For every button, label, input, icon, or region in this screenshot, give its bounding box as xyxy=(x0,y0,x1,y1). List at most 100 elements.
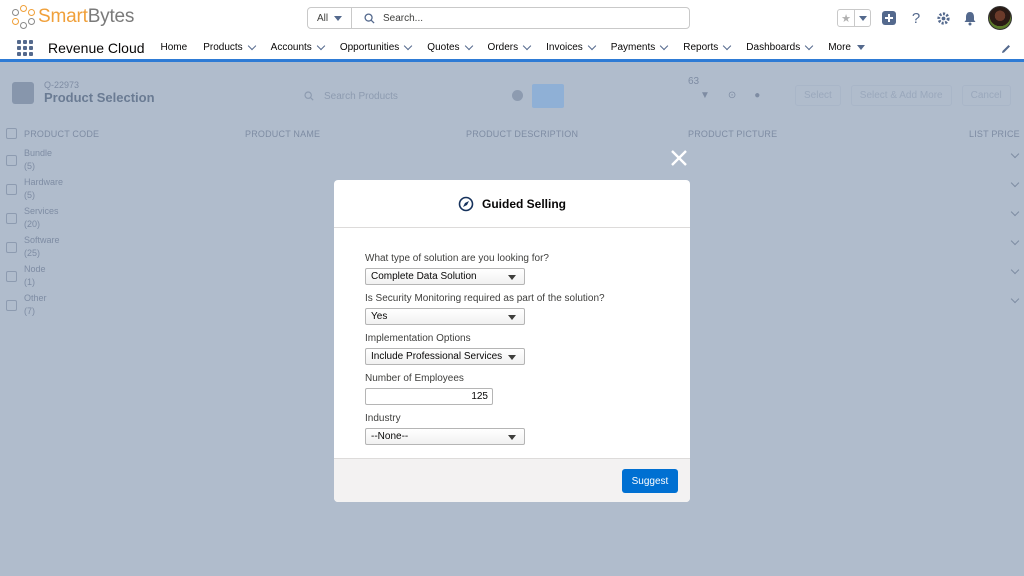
product-search-input[interactable]: Search Products xyxy=(304,84,528,108)
search-scope-dropdown[interactable]: All xyxy=(308,8,352,28)
select-button[interactable]: Select xyxy=(795,85,841,106)
row-checkbox[interactable] xyxy=(6,213,17,224)
question-implementation-options-label: Implementation Options xyxy=(365,333,471,344)
search-icon xyxy=(364,12,375,24)
page-toolbar-icons: ▼ ⊙ ● xyxy=(700,90,760,101)
search-scope-label: All xyxy=(316,12,329,24)
category-name: Node xyxy=(24,264,46,274)
row-chevron-icon[interactable] xyxy=(1010,149,1020,159)
user-avatar[interactable] xyxy=(988,6,1012,30)
chevron-down-icon[interactable] xyxy=(247,41,256,51)
quote-record-id: Q-22973 xyxy=(44,80,80,90)
nav-item-invoices-label: Invoices xyxy=(546,42,583,53)
app-launcher-icon[interactable] xyxy=(17,39,33,56)
view-icon[interactable]: ● xyxy=(754,90,760,101)
row-checkbox[interactable] xyxy=(6,155,17,166)
filter-icon[interactable]: ▼ xyxy=(700,90,710,101)
smartbytes-logo[interactable]: SmartBytes xyxy=(12,4,134,30)
chevron-down-icon[interactable] xyxy=(587,41,597,51)
chevron-down-icon[interactable] xyxy=(660,41,669,51)
page-header: Q-22973 Product Selection xyxy=(12,80,155,105)
column-header-list-price[interactable]: LIST PRICE xyxy=(969,129,1020,139)
search-input[interactable]: Search... xyxy=(383,13,423,24)
nav-item-dashboards[interactable]: Dashboards xyxy=(738,36,820,59)
select-add-more-button[interactable]: Select & Add More xyxy=(850,85,952,106)
edit-nav-pencil-icon[interactable] xyxy=(1000,43,1012,55)
product-selection-icon xyxy=(12,81,34,104)
global-actions-add-icon[interactable] xyxy=(880,9,898,27)
nav-item-opportunities-label: Opportunities xyxy=(339,42,400,53)
product-search-placeholder: Search Products xyxy=(324,90,398,102)
favorite-star-icon[interactable]: ★ xyxy=(838,10,854,26)
notifications-bell-icon[interactable] xyxy=(961,9,979,27)
nav-item-payments[interactable]: Payments xyxy=(603,36,675,59)
row-chevron-icon[interactable] xyxy=(1010,207,1020,217)
nav-item-home[interactable]: Home xyxy=(153,36,196,59)
chevron-down-icon[interactable] xyxy=(316,41,326,51)
cancel-button[interactable]: Cancel xyxy=(961,85,1011,106)
nav-item-products[interactable]: Products xyxy=(195,36,262,59)
nav-item-orders-label: Orders xyxy=(487,42,519,53)
row-checkbox[interactable] xyxy=(6,271,17,282)
row-checkbox[interactable] xyxy=(6,184,17,195)
industry-select[interactable]: --None-- xyxy=(365,428,525,445)
product-search-button[interactable] xyxy=(532,84,564,108)
suggest-button[interactable]: Suggest xyxy=(622,469,678,493)
column-header-product-code[interactable]: PRODUCT CODE xyxy=(24,129,99,139)
brand-name-part2: Bytes xyxy=(87,6,135,27)
row-chevron-icon[interactable] xyxy=(1010,294,1020,304)
nav-item-products-label: Products xyxy=(203,42,243,53)
category-name: Other xyxy=(24,293,47,303)
global-search: All Search... xyxy=(307,7,690,29)
category-name: Services xyxy=(24,206,59,216)
select-all-checkbox[interactable] xyxy=(6,128,17,139)
category-count: (1) xyxy=(24,277,35,287)
setup-gear-icon[interactable] xyxy=(934,9,952,27)
close-modal-icon[interactable] xyxy=(670,149,688,167)
row-checkbox[interactable] xyxy=(6,242,17,253)
chevron-down-icon[interactable] xyxy=(723,41,732,51)
chevron-down-icon[interactable] xyxy=(522,41,532,51)
chevron-down-icon[interactable] xyxy=(804,41,814,51)
nav-item-opportunities[interactable]: Opportunities xyxy=(332,36,419,59)
number-of-employees-input[interactable]: 125 xyxy=(365,388,493,405)
favorites-dropdown[interactable] xyxy=(854,10,870,26)
nav-item-orders[interactable]: Orders xyxy=(480,36,539,59)
security-monitoring-value: Yes xyxy=(371,311,388,322)
question-industry-label: Industry xyxy=(365,413,401,424)
question-solution-type-label: What type of solution are you looking fo… xyxy=(365,253,549,264)
settings-icon[interactable]: ⊙ xyxy=(728,90,736,101)
global-header: SmartBytes All Search... ★ ? xyxy=(0,0,1024,36)
implementation-options-select[interactable]: Include Professional Services xyxy=(365,348,525,365)
row-chevron-icon[interactable] xyxy=(1010,178,1020,188)
column-header-product-picture[interactable]: PRODUCT PICTURE xyxy=(688,129,777,139)
row-chevron-icon[interactable] xyxy=(1010,265,1020,275)
chevron-down-icon xyxy=(334,15,343,21)
column-header-product-name[interactable]: PRODUCT NAME xyxy=(245,129,320,139)
column-header-product-description[interactable]: PRODUCT DESCRIPTION xyxy=(466,129,578,139)
list-item[interactable]: Bundle (5) xyxy=(6,147,1022,176)
chevron-down-icon[interactable] xyxy=(464,41,473,51)
guided-selling-modal: Guided Selling What type of solution are… xyxy=(334,180,690,502)
chevron-down-icon xyxy=(858,15,867,21)
brand-name-part1: Smart xyxy=(38,6,88,27)
compass-icon xyxy=(458,196,474,211)
nav-item-payments-label: Payments xyxy=(610,42,656,53)
clear-search-icon[interactable] xyxy=(512,90,523,101)
nav-item-accounts[interactable]: Accounts xyxy=(263,36,332,59)
nav-item-quotes[interactable]: Quotes xyxy=(419,36,479,59)
logo-mark-icon xyxy=(12,5,36,29)
security-monitoring-select[interactable]: Yes xyxy=(365,308,525,325)
help-icon[interactable]: ? xyxy=(907,9,925,27)
nav-item-reports[interactable]: Reports xyxy=(675,36,738,59)
category-name: Bundle xyxy=(24,148,53,158)
nav-item-dashboards-label: Dashboards xyxy=(746,42,801,53)
solution-type-select[interactable]: Complete Data Solution xyxy=(365,268,525,285)
page-action-buttons: Select Select & Add More Cancel xyxy=(795,85,1011,106)
row-checkbox[interactable] xyxy=(6,300,17,311)
nav-item-invoices[interactable]: Invoices xyxy=(538,36,603,59)
row-chevron-icon[interactable] xyxy=(1010,236,1020,246)
nav-item-more[interactable]: More xyxy=(820,36,873,59)
chevron-down-icon[interactable] xyxy=(404,41,413,51)
solution-type-value: Complete Data Solution xyxy=(371,271,477,282)
